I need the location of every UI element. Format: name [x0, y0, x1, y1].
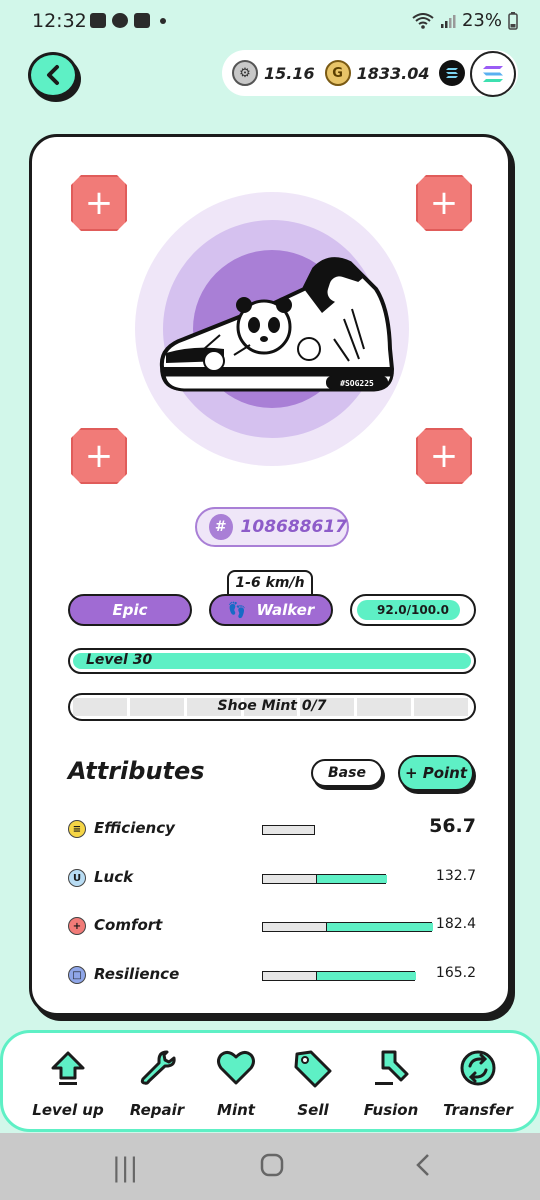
- chevron-left-icon: [47, 65, 59, 85]
- notification-icons: [90, 13, 166, 28]
- attribute-bar: [262, 971, 416, 981]
- attribute-row: + Comfort 182.4: [68, 914, 478, 940]
- resilience-icon: □: [68, 966, 86, 984]
- level-up-icon: [23, 1045, 113, 1091]
- gmt-coin-icon: G: [324, 60, 351, 86]
- gst-amount: 15.16: [264, 63, 315, 83]
- attribute-bar: [262, 825, 315, 835]
- transfer-button[interactable]: Transfer: [433, 1045, 523, 1119]
- wrench-icon: [112, 1045, 202, 1091]
- comfort-icon: +: [68, 917, 86, 935]
- shoe-detail-card: + + + + #SOG225 # 108688617 1-6 km/h Epi…: [29, 134, 511, 1016]
- attribute-name: Resilience: [94, 965, 180, 983]
- hammer-icon: [346, 1045, 436, 1091]
- rarity-label: Epic: [112, 601, 148, 619]
- fusion-label: Fusion: [363, 1101, 419, 1119]
- attribute-value: 165.2: [435, 965, 476, 981]
- attribute-row: □ Resilience 165.2: [68, 963, 478, 989]
- shoe-type-label: Walker: [256, 601, 315, 619]
- attribute-bonus-fill: [326, 923, 433, 931]
- level-text: Level 30: [86, 652, 153, 668]
- level-up-label: Level up: [32, 1101, 104, 1119]
- repair-label: Repair: [129, 1101, 185, 1119]
- footprint-icon: 👣: [227, 601, 247, 619]
- attribute-bar: [262, 922, 433, 932]
- level-up-button[interactable]: Level up: [23, 1045, 113, 1119]
- battery-icon: [508, 11, 518, 30]
- attribute-name: Comfort: [94, 916, 163, 934]
- luck-icon: U: [68, 869, 86, 887]
- attributes-title: Attributes: [68, 757, 205, 785]
- rarity-pill: Epic: [68, 594, 192, 626]
- back-button[interactable]: [28, 52, 78, 98]
- sneaker-image[interactable]: #SOG225: [154, 249, 394, 399]
- status-time: 12:32: [32, 10, 87, 32]
- back-nav-icon[interactable]: [415, 1153, 431, 1184]
- sol-coin-icon: [439, 60, 466, 86]
- more-notifications-icon: [160, 17, 166, 24]
- gem-slot-top-left[interactable]: +: [71, 175, 127, 231]
- recent-apps-icon[interactable]: |||: [112, 1153, 138, 1183]
- shoe-id-number: 108688617: [240, 517, 347, 537]
- gem-slot-bottom-right[interactable]: +: [416, 428, 472, 484]
- durability-bar: 92.0/100.0: [350, 594, 476, 626]
- durability-text: 92.0/100.0: [377, 603, 449, 617]
- bottom-action-bar: Level up Repair Mint Sell Fusion Transfe…: [0, 1030, 540, 1132]
- gem-slot-top-right[interactable]: +: [416, 175, 472, 231]
- hash-icon: #: [209, 514, 233, 540]
- messenger-icon: [112, 13, 128, 28]
- gmt-balance: G 1833.04: [324, 60, 430, 86]
- wifi-icon: [412, 12, 434, 29]
- attribute-bonus-fill: [316, 972, 416, 980]
- attribute-bonus-fill: [316, 875, 387, 883]
- transfer-icon: [433, 1045, 523, 1091]
- efficiency-icon: ≡: [68, 820, 86, 838]
- gst-coin-icon: ⚙: [232, 60, 258, 86]
- shoe-type-pill: 👣 Walker: [209, 594, 333, 626]
- repair-button[interactable]: Repair: [112, 1045, 202, 1119]
- base-toggle-button[interactable]: Base: [311, 759, 383, 787]
- sell-button[interactable]: Sell: [268, 1045, 358, 1119]
- gem-slot-bottom-left[interactable]: +: [71, 428, 127, 484]
- home-icon[interactable]: [260, 1153, 284, 1184]
- speed-range-tag: 1-6 km/h: [227, 570, 313, 596]
- attribute-value: 56.7: [429, 815, 476, 837]
- attribute-name: Luck: [94, 868, 134, 886]
- gst-balance: ⚙ 15.16: [232, 60, 315, 86]
- attribute-row: ≡ Efficiency 56.7: [68, 815, 478, 843]
- transfer-label: Transfer: [443, 1101, 513, 1119]
- level-bar: Level 30: [68, 648, 476, 674]
- tag-icon: [268, 1045, 358, 1091]
- status-bar: 12:32 23%: [0, 0, 540, 44]
- youtube-icon: [134, 13, 150, 28]
- shoe-mint-text: Shoe Mint 0/7: [217, 698, 327, 714]
- solana-wallet-button[interactable]: [470, 51, 516, 97]
- battery-percent: 23%: [461, 10, 502, 31]
- shoe-id-badge[interactable]: # 108688617: [195, 507, 349, 547]
- add-point-button[interactable]: + Point: [398, 755, 474, 791]
- gallery-icon: [90, 13, 106, 28]
- shoe-badge-text: #SOG225: [340, 379, 374, 388]
- shoe-mint-bar: Shoe Mint 0/7: [68, 693, 476, 721]
- gmt-amount: 1833.04: [356, 63, 430, 83]
- attribute-name: Efficiency: [94, 819, 175, 837]
- solana-icon: [483, 66, 503, 82]
- attribute-bar: [262, 874, 387, 884]
- attribute-value: 182.4: [435, 916, 476, 932]
- attribute-row: U Luck 132.7: [68, 866, 478, 892]
- system-status: 23%: [412, 10, 518, 31]
- fusion-button[interactable]: Fusion: [346, 1045, 436, 1119]
- attribute-value: 132.7: [435, 868, 476, 884]
- system-navigation-bar: |||: [0, 1133, 540, 1200]
- signal-icon: [440, 14, 456, 28]
- sell-label: Sell: [297, 1101, 329, 1119]
